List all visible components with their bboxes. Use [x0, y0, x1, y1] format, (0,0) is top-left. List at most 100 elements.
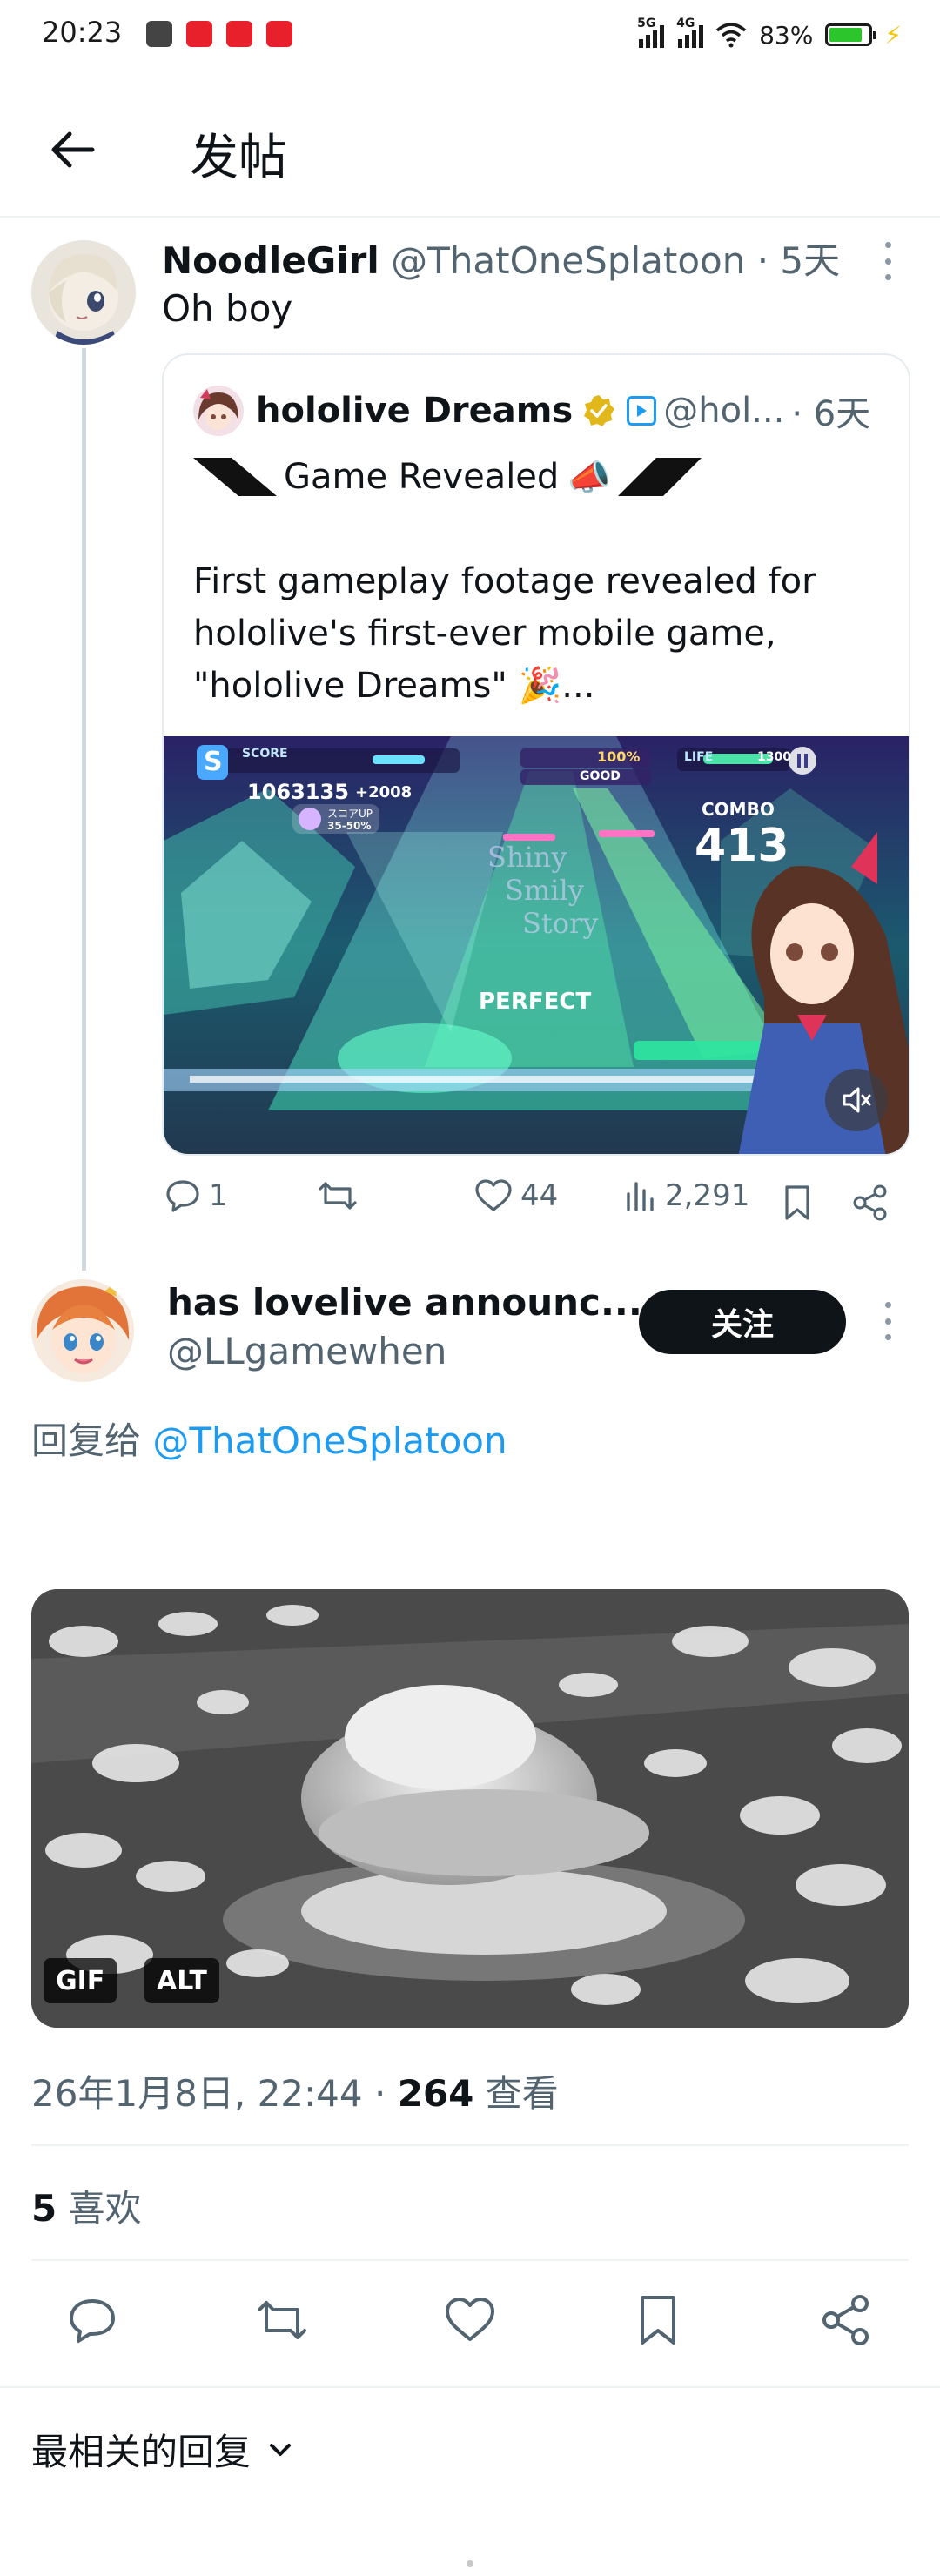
signal-5g-icon: 5G [637, 17, 665, 48]
jd-notification-icon [266, 21, 292, 47]
avatar-llgamewhen[interactable] [31, 1279, 134, 1382]
quoted-tweet-card[interactable]: hololive Dreams @hol... · 6天 Game Reveal… [162, 353, 910, 1156]
follow-button[interactable]: 关注 [639, 1290, 846, 1354]
page-title: 发帖 [190, 130, 287, 186]
tweet-timestamp: 26年1月8日, 22:44 · [31, 2072, 398, 2115]
divider [0, 2386, 940, 2388]
share-icon[interactable] [851, 1184, 890, 1222]
status-bar: 20:23 5G 4G 83% ⚡ [0, 0, 940, 73]
megaphone-emoji: 📣 [567, 457, 612, 498]
avatar-noodlegirl[interactable] [31, 240, 136, 345]
charging-icon: ⚡ [884, 20, 902, 50]
quote-body-line-3: "hololive Dreams" 🎉... [193, 660, 881, 712]
heart-icon [475, 1179, 512, 1211]
bookmark-icon[interactable] [780, 1184, 815, 1222]
tweet-text: Oh boy [162, 287, 293, 330]
tweet-action-bar [0, 2292, 940, 2353]
reply-to-mention[interactable]: @ThatOneSplatoon [152, 1419, 507, 1462]
game-hud-bonus-label: スコアUP [327, 808, 373, 820]
reply-sort-label: 最相关的回复 [31, 2431, 252, 2473]
game-hud-score: 1063135 [247, 780, 349, 804]
quote-body-line-3-text: "hololive Dreams" [193, 666, 507, 706]
battery-level [829, 28, 862, 42]
battery-percent: 83% [759, 20, 814, 50]
quote-ellipsis: ... [561, 666, 595, 706]
share-icon[interactable] [818, 2292, 874, 2348]
quote-header: hololive Dreams @hol... · 6天 [193, 385, 870, 437]
author-name[interactable]: has lovelive announc... [167, 1281, 642, 1324]
netease-notification-icon [186, 21, 212, 47]
quote-author-handle[interactable]: @hol... [663, 391, 784, 431]
signal-4g-label: 4G [676, 17, 695, 30]
game-hud-bonus-value: 35-50% [327, 820, 372, 832]
like-count: 44 [520, 1178, 559, 1213]
quote-video[interactable]: S SCORE 1063135 +2008 スコアUP 35-50% 100% … [164, 736, 909, 1154]
heart-icon[interactable] [442, 2292, 498, 2348]
retweet-action[interactable] [317, 1177, 359, 1215]
gif-media[interactable]: GIF ALT [31, 1589, 909, 2028]
battery-icon [825, 23, 877, 46]
mute-button[interactable] [825, 1069, 888, 1131]
retweet-icon[interactable] [254, 2292, 310, 2348]
signal-4g-icon: 4G [676, 17, 704, 48]
author-handle[interactable]: @LLgamewhen [167, 1330, 446, 1372]
divider [31, 2259, 909, 2261]
likes-summary[interactable]: 5 喜欢 [31, 2179, 142, 2232]
author-name[interactable]: NoodleGirl [162, 239, 379, 282]
top-app-bar: 发帖 [0, 87, 940, 218]
more-options-icon[interactable] [879, 1295, 896, 1347]
quote-avatar [193, 386, 244, 436]
game-hud-score-label: SCORE [242, 747, 288, 761]
signal-5g-label: 5G [637, 17, 656, 30]
gif-badge: GIF [44, 1958, 118, 2003]
wifi-icon [715, 23, 747, 48]
game-hud-life-label: LIFE [684, 750, 714, 764]
reply-to-label: 回复给 [31, 1419, 142, 1462]
app-notification-icon [146, 21, 172, 47]
retweet-icon [319, 1182, 357, 1210]
more-options-icon[interactable] [879, 235, 896, 287]
news-notification-icon [226, 21, 252, 47]
game-hud-app-letter: S [204, 747, 223, 777]
quote-headline: Game Revealed 📣 [193, 451, 702, 503]
reply-action[interactable]: 1 [164, 1177, 228, 1215]
analytics-icon [627, 1182, 654, 1211]
divider [31, 2144, 909, 2146]
likes-label: 喜欢 [57, 2187, 142, 2230]
game-hud-life-value: 1300 [757, 750, 791, 764]
tweet-header: NoodleGirl @ThatOneSplatoon · 5天 [162, 231, 840, 285]
tweet-meta: 26年1月8日, 22:44 · 264 查看 [31, 2064, 559, 2117]
quote-body: First gameplay footage revealed for holo… [193, 555, 881, 712]
black-stripe-right [618, 458, 702, 496]
thread-connector [82, 348, 86, 1271]
status-time: 20:23 [42, 16, 123, 49]
reply-sort-dropdown[interactable]: 最相关的回复 [31, 2423, 294, 2476]
views-action[interactable]: 2,291 [623, 1177, 749, 1215]
game-hud-combo: 413 [695, 820, 789, 872]
quote-headline-text: Game Revealed [284, 457, 560, 497]
bookmark-icon[interactable] [630, 2292, 686, 2348]
chevron-down-icon [270, 2443, 292, 2456]
game-hud-song-line-2: Smily [505, 874, 584, 907]
like-action[interactable]: 44 [473, 1177, 558, 1215]
game-hud-song-line-3: Story [522, 907, 599, 940]
quote-time: · 6天 [791, 394, 871, 434]
author-handle[interactable]: @ThatOneSplatoon [391, 239, 745, 282]
reply-count: 1 [209, 1178, 228, 1213]
view-count: 2,291 [665, 1178, 750, 1213]
quote-body-line-2: hololive's first-ever mobile game, [193, 614, 776, 654]
affiliate-badge-icon [627, 396, 657, 426]
home-indicator [467, 2560, 473, 2567]
quote-author-name[interactable]: hololive Dreams [256, 391, 573, 431]
black-stripe-left [193, 458, 277, 496]
game-hud-combo-label: COMBO [702, 799, 775, 820]
view-count: 264 [397, 2072, 474, 2115]
back-arrow-icon[interactable] [45, 122, 101, 178]
quote-body-line-1: First gameplay footage revealed for [193, 561, 816, 601]
game-hud-judge: PERFECT [479, 989, 592, 1015]
tweet-time: · 5天 [756, 239, 841, 282]
reply-icon[interactable] [64, 2292, 120, 2348]
game-hud-rate: 100% [597, 748, 641, 765]
views-label: 查看 [473, 2072, 559, 2115]
alt-badge[interactable]: ALT [144, 1958, 219, 2003]
